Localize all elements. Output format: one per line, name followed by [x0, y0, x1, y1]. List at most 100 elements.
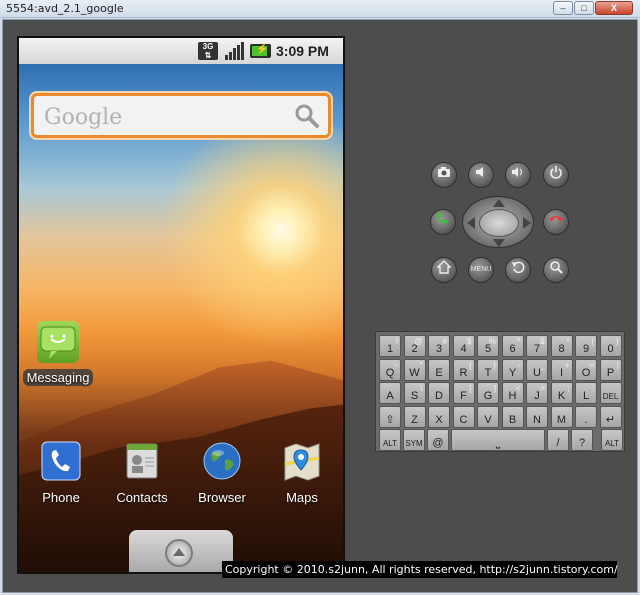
key-question[interactable]: ? [571, 429, 593, 451]
browser-label: Browser [198, 490, 246, 505]
volume-up-icon [512, 167, 522, 177]
browser-app[interactable]: Browser [185, 440, 259, 505]
battery-icon: ⚡ [250, 44, 271, 58]
key-sub-label: < [515, 384, 521, 393]
key-sub-label: : [591, 384, 594, 393]
key-label: 3 [435, 343, 443, 355]
key-row4-5[interactable]: B [501, 405, 524, 428]
key-label: 4 [460, 343, 467, 355]
key-label: L [582, 390, 590, 402]
key-label: 8 [558, 343, 565, 355]
key-row2-9[interactable]: P ¦ [599, 358, 622, 381]
phone-label: Phone [42, 490, 80, 505]
key-row4-8[interactable]: . [575, 405, 597, 428]
search-icon[interactable] [294, 103, 320, 129]
key-label: DEL [602, 392, 619, 401]
key-row4-6[interactable]: N [526, 405, 548, 428]
phone-app[interactable]: Phone [24, 440, 98, 505]
maximize-button[interactable]: □ [574, 1, 594, 15]
key-label: N [533, 413, 541, 426]
window-title: 5554:avd_2.1_google [6, 2, 124, 15]
volume-up-button[interactable] [505, 162, 531, 188]
menu-button[interactable]: MENU [468, 257, 494, 283]
key-row2-0[interactable]: Q ~ [379, 358, 401, 381]
key-row3-3[interactable]: F[ [452, 382, 475, 404]
back-button[interactable] [505, 257, 531, 283]
key-row4-4[interactable]: V [477, 405, 499, 428]
key-row4-2[interactable]: X [428, 405, 450, 428]
globe-icon [201, 440, 243, 482]
signal-icon [224, 42, 244, 60]
key-label: P [606, 366, 615, 379]
maps-icon [281, 440, 323, 482]
key-space[interactable]: ⎵ [451, 429, 545, 451]
key-row3-0[interactable]: A [379, 382, 401, 404]
phone-screen[interactable]: 3G ⇅ ⚡ 3:09 PM Google Messaging Phone Con… [17, 36, 345, 574]
key-row3-9[interactable]: DEL [599, 382, 622, 404]
key-slash[interactable]: / [547, 429, 569, 451]
hardware-keyboard: 1! 2 @3 #4 $5% 6 ^ 7 & 8 * 9(0) Q ~ W " E ` R{T} Y - U _ I + O = P ¦… [375, 331, 625, 452]
key-label: Z [411, 413, 418, 426]
app-drawer-tray[interactable] [129, 530, 233, 572]
key-row3-5[interactable]: H < [501, 382, 524, 404]
camera-icon [438, 167, 450, 177]
close-button[interactable]: X [595, 1, 633, 15]
dpad-up-icon[interactable] [493, 199, 505, 207]
key-row3-6[interactable]: J > [526, 382, 548, 404]
key-sub-label: ; [567, 384, 570, 393]
key-alt-right[interactable]: ALT [601, 429, 623, 451]
key-label: ⇧ [385, 413, 395, 426]
key-label: V [484, 413, 492, 426]
key-label: 6 [509, 343, 516, 355]
google-search-widget[interactable]: Google [31, 93, 331, 138]
key-row4-1[interactable]: Z [403, 405, 426, 428]
contacts-icon [121, 440, 163, 482]
key-label: . [584, 413, 588, 426]
key-label: F [460, 390, 467, 402]
key-row4-0[interactable]: ⇧ [379, 405, 401, 428]
status-time: 3:09 PM [276, 43, 329, 59]
volume-down-button[interactable] [468, 162, 494, 188]
search-placeholder: Google [44, 105, 123, 130]
minimize-button[interactable]: – [553, 1, 573, 15]
camera-button[interactable] [431, 162, 457, 188]
key-at[interactable]: @ [427, 429, 449, 451]
messaging-icon [37, 321, 79, 363]
key-label: 0 [607, 343, 614, 355]
key-sym[interactable]: SYM [403, 429, 425, 451]
key-alt-left[interactable]: ALT [379, 429, 401, 451]
key-row4-7[interactable]: M [550, 405, 573, 428]
maps-app[interactable]: Maps [265, 440, 339, 505]
volume-down-icon [476, 167, 483, 177]
dpad-down-icon[interactable] [493, 239, 505, 247]
power-button[interactable] [543, 162, 569, 188]
key-row3-8[interactable]: L: [575, 382, 597, 404]
app-drawer-handle[interactable] [165, 539, 193, 567]
key-label: J [534, 390, 540, 402]
messaging-app[interactable]: Messaging [21, 321, 95, 387]
key-label: 1 [386, 343, 394, 355]
key-sub-label: ~ [393, 360, 398, 370]
dpad-center-button[interactable] [479, 209, 519, 237]
dpad-right-icon[interactable] [523, 217, 531, 229]
key-row3-4[interactable]: G] [477, 382, 499, 404]
home-button[interactable] [431, 257, 457, 283]
key-sub-label: > [540, 384, 545, 393]
dpad[interactable] [462, 196, 534, 248]
key-row3-2[interactable]: D ' [428, 382, 450, 404]
status-bar: 3G ⇅ ⚡ 3:09 PM [19, 38, 343, 64]
contacts-app[interactable]: Contacts [105, 440, 179, 505]
call-button[interactable] [430, 209, 456, 235]
key-label: W [409, 366, 420, 379]
copyright-watermark: Copyright © 2010.s2junn, All rights rese… [222, 561, 618, 578]
key-label: D [435, 390, 443, 402]
key-label: E [435, 366, 443, 379]
key-row4-9[interactable]: ↵ [599, 405, 622, 428]
key-row4-3[interactable]: C [452, 405, 475, 428]
end-call-button[interactable] [543, 209, 569, 235]
key-row3-7[interactable]: K; [550, 382, 573, 404]
key-row3-1[interactable]: S \ [403, 382, 426, 404]
key-sub-label: [ [469, 384, 472, 393]
search-button[interactable] [543, 257, 569, 283]
dpad-left-icon[interactable] [467, 217, 475, 229]
